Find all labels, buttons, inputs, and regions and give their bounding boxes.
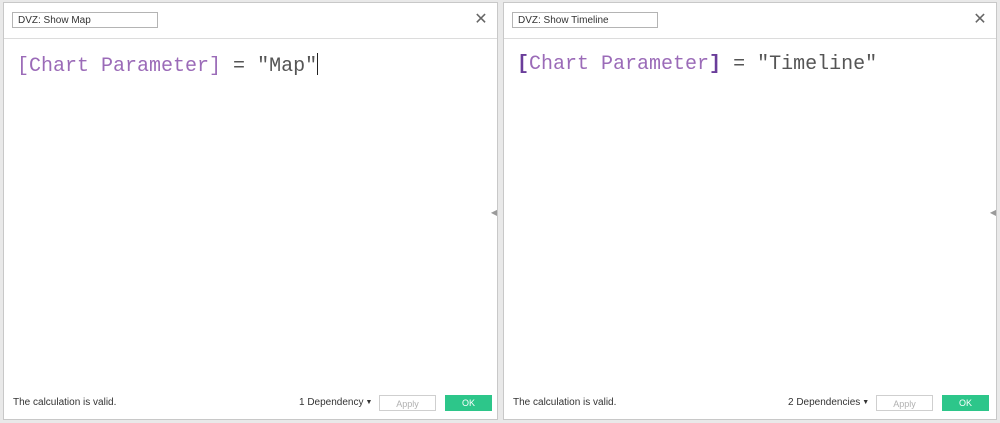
formula-field-token: [Chart Parameter] xyxy=(517,53,721,76)
calculation-dialog-show-timeline: ✕ [Chart Parameter] = "Timeline" ◀ The c… xyxy=(503,2,997,420)
close-icon[interactable]: ✕ xyxy=(972,12,988,28)
field-open-bracket: [ xyxy=(517,53,530,76)
ok-button[interactable]: OK xyxy=(942,395,989,411)
caret-down-icon: ▼ xyxy=(862,399,870,406)
calculation-name-field[interactable] xyxy=(512,12,658,28)
dependencies-label: 1 Dependency xyxy=(299,397,364,408)
formula-editor[interactable]: [Chart Parameter] = "Timeline" xyxy=(504,39,996,389)
formula-operator: = xyxy=(721,53,758,76)
caret-left-icon[interactable]: ◀ xyxy=(990,208,996,217)
formula-string-value: "Map" xyxy=(257,55,318,78)
field-close-bracket: ] xyxy=(709,53,722,76)
apply-button[interactable]: Apply xyxy=(379,395,436,411)
text-cursor xyxy=(317,53,319,75)
dependencies-label: 2 Dependencies xyxy=(788,397,861,408)
close-icon[interactable]: ✕ xyxy=(473,12,489,28)
dependencies-dropdown[interactable]: 1 Dependency ▼ xyxy=(299,397,372,408)
caret-left-icon[interactable]: ◀ xyxy=(491,208,497,217)
formula-string-value: "Timeline" xyxy=(757,53,878,76)
formula-editor[interactable]: [Chart Parameter] = "Map" xyxy=(4,39,497,389)
caret-down-icon: ▼ xyxy=(365,399,373,406)
formula-field-token: [Chart Parameter] xyxy=(17,55,222,78)
ok-button[interactable]: OK xyxy=(445,395,492,411)
calculation-name-field[interactable] xyxy=(12,12,158,28)
formula-operator: = xyxy=(221,55,258,78)
field-name: Chart Parameter xyxy=(529,53,710,76)
validation-status: The calculation is valid. xyxy=(513,397,617,408)
dependencies-dropdown[interactable]: 2 Dependencies ▼ xyxy=(788,397,869,408)
validation-status: The calculation is valid. xyxy=(13,397,117,408)
calculation-dialog-show-map: ✕ [Chart Parameter] = "Map" ◀ The calcul… xyxy=(3,2,498,420)
apply-button[interactable]: Apply xyxy=(876,395,933,411)
